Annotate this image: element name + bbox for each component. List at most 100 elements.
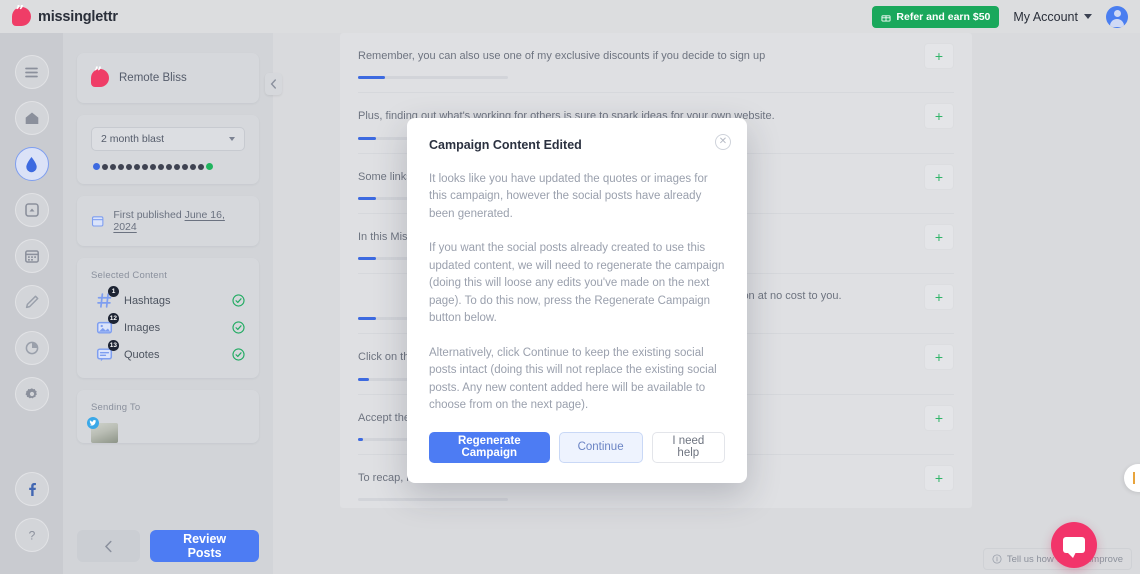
drip-drop-icon[interactable] [14,147,49,181]
schedule-dot[interactable] [142,163,148,170]
calendar-icon [91,216,104,227]
schedule-dot[interactable] [102,163,108,170]
post-progress-bar [358,76,508,80]
selected-content-count-badge: 1 [108,286,119,297]
dialog-title: Campaign Content Edited [429,138,582,152]
my-account-label: My Account [1013,9,1078,24]
selected-content-item-hashtags[interactable]: 1 Hashtags [77,286,259,314]
pie-chart-icon[interactable] [14,331,49,365]
campaign-schedule-dots [91,163,245,170]
selected-content-card: Selected Content 1 Hashtags 12 Images 13 Quot… [77,258,259,378]
selected-content-list: 1 Hashtags 12 Images 13 Quotes [77,286,259,368]
selected-content-count-badge: 12 [107,313,119,324]
gear-icon[interactable] [14,377,49,411]
plus-icon[interactable]: + [924,344,954,371]
regenerate-campaign-button[interactable]: Regenerate Campaign [429,431,550,463]
campaign-site-card: Remote Bliss [77,53,259,103]
schedule-dot[interactable] [158,163,164,170]
side-tab-handle[interactable] [1124,464,1140,492]
info-icon [992,554,1002,564]
plus-icon[interactable]: + [924,43,954,69]
my-account-menu[interactable]: My Account [1013,10,1092,24]
dialog-paragraph: If you want the social posts already cre… [429,242,725,325]
campaign-content-edited-dialog: Campaign Content Edited ✕ It looks like … [407,118,747,483]
dialog-paragraph: It looks like you have updated the quote… [429,173,708,220]
brand-logo[interactable]: missinglettr [12,4,118,26]
first-published-row[interactable]: First published June 16, 2024 [77,196,259,246]
review-posts-button[interactable]: Review Posts [150,530,259,562]
schedule-dot[interactable] [206,163,213,170]
post-text-fragment: ion at no cost to you. [740,290,842,303]
quote-bubble-icon: 13 [96,340,119,363]
plus-icon[interactable]: + [924,223,954,250]
home-icon[interactable] [14,101,49,135]
schedule-dot[interactable] [182,163,188,170]
dialog-paragraph: Alternatively, click Continue to keep th… [429,346,717,412]
close-icon[interactable]: ✕ [715,134,731,150]
check-circle-icon [232,321,245,334]
continue-button[interactable]: Continue [558,431,643,463]
sending-to-account-thumbnail[interactable] [87,417,118,443]
image-icon: 12 [96,313,119,336]
schedule-dot[interactable] [110,163,116,170]
selected-content-title: Selected Content [91,270,168,281]
i-need-help-button[interactable]: I need help [651,431,725,463]
campaign-length-card: 2 month blast [77,115,259,184]
chevron-left-icon [105,540,112,552]
plus-icon[interactable]: + [924,284,954,311]
schedule-dot[interactable] [198,163,204,170]
campaign-site-header[interactable]: Remote Bliss [77,53,259,103]
panel-collapse-toggle[interactable] [265,73,282,95]
schedule-dot[interactable] [190,163,196,170]
selected-content-label: Hashtags [124,294,171,307]
schedule-dot[interactable] [93,163,100,170]
refer-label: Refer and earn $50 [896,10,991,23]
check-circle-icon [232,294,245,307]
quote-mark-icon [91,66,109,87]
campaign-length-value: 2 month blast [101,133,165,145]
plus-icon[interactable]: + [924,404,954,431]
check-circle-icon [232,348,245,361]
schedule-dot[interactable] [134,163,140,170]
schedule-dot[interactable] [150,163,156,170]
chat-bubble-icon[interactable] [1051,522,1097,568]
help-question-icon[interactable]: ? [14,518,49,552]
calendar-icon[interactable] [14,239,49,273]
avatar[interactable] [1106,5,1128,28]
facebook-icon[interactable] [14,472,49,506]
pen-icon[interactable] [14,285,49,319]
campaign-length-select[interactable]: 2 month blast [91,127,245,151]
schedule-dot[interactable] [166,163,172,170]
quote-mark-icon [12,4,31,26]
chat-bubble-shape [1063,537,1085,558]
refer-and-earn-button[interactable]: Refer and earn $50 [872,5,1000,28]
plus-icon[interactable]: + [924,103,954,130]
selected-content-item-quotes[interactable]: 13 Quotes [77,340,259,368]
dialog-body: It looks like you have updated the quote… [429,171,725,415]
campaign-side-panel: Remote Bliss 2 month blast First publish… [63,33,282,574]
sending-to-card: Sending To [77,390,259,443]
gift-icon [881,14,891,21]
plus-icon[interactable]: + [924,163,954,190]
chevron-down-icon [1084,14,1092,19]
hamburger-menu-icon[interactable] [14,55,49,89]
schedule-dot[interactable] [118,163,124,170]
schedule-dot[interactable] [174,163,180,170]
twitter-icon [87,417,99,429]
back-button[interactable] [77,530,141,562]
left-icon-rail: ? [0,33,63,574]
curate-recycle-icon[interactable] [14,193,49,227]
top-bar-right: Refer and earn $50 My Account [872,5,1128,28]
first-published-card: First published June 16, 2024 [77,196,259,246]
top-bar: missinglettr Refer and earn $50 My Accou… [0,0,1140,33]
sending-to-title: Sending To [91,402,141,413]
plus-icon[interactable]: + [924,465,954,492]
post-row[interactable]: Remember, you can also use one of my exc… [340,33,972,94]
svg-text:?: ? [28,529,35,543]
post-progress-bar [358,498,508,502]
site-name: Remote Bliss [119,72,187,84]
brand-name: missinglettr [38,8,118,25]
selected-content-item-images[interactable]: 12 Images [77,313,259,341]
schedule-dot[interactable] [126,163,132,170]
chevron-left-icon [270,79,276,89]
